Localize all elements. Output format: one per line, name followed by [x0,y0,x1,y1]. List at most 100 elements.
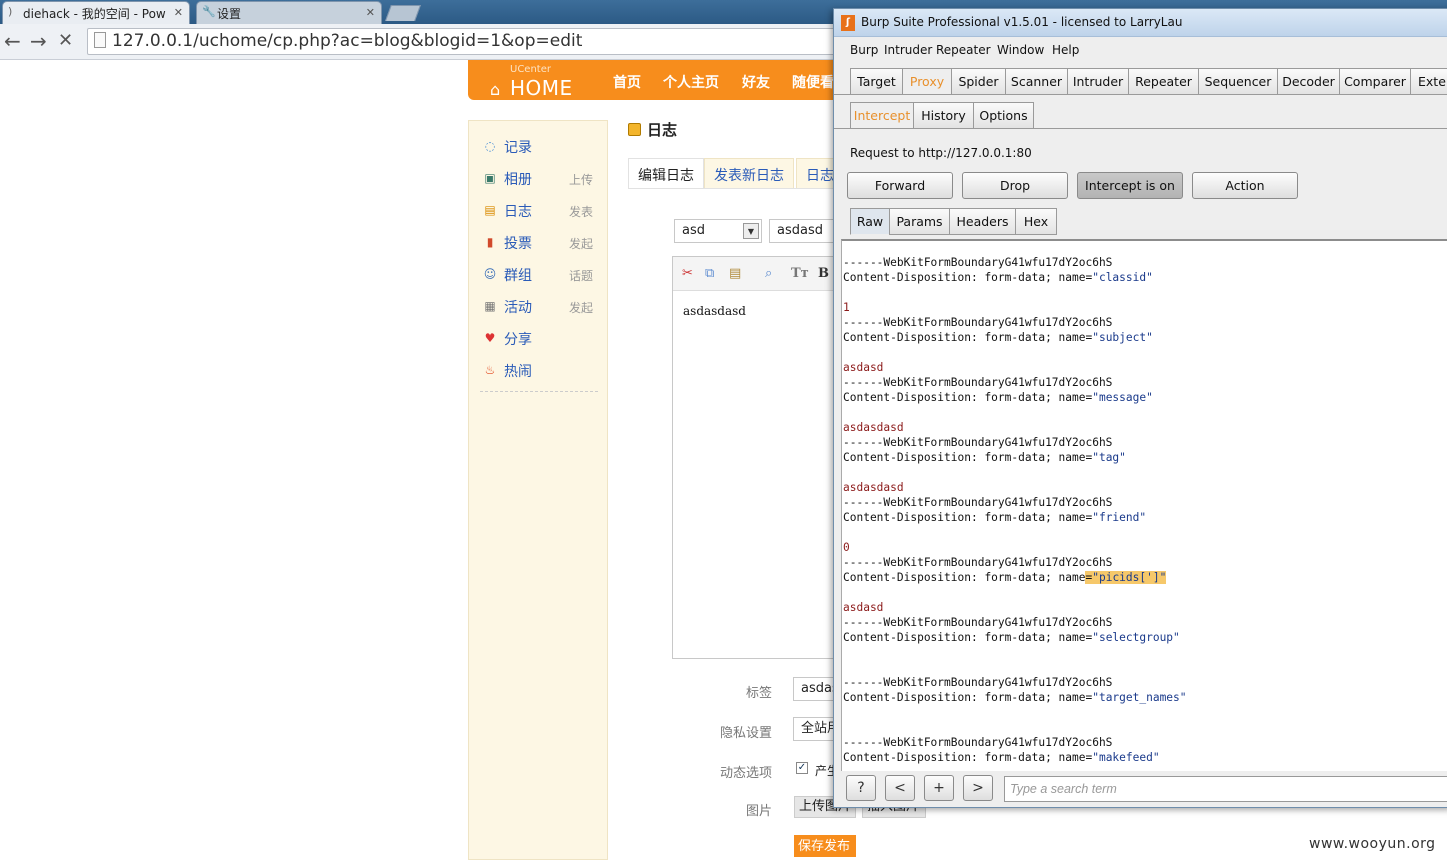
drop-button[interactable]: Drop [962,172,1068,199]
request-line [843,705,1187,720]
copy-icon[interactable]: ⧉ [705,266,714,281]
new-tab-button[interactable] [385,5,421,21]
sidebar-item-action[interactable]: 发起 [569,235,593,252]
url-text: 127.0.0.1/uchome/cp.php?ac=blog&blogid=1… [112,31,583,51]
nav-home[interactable]: 首页 [613,72,641,92]
rich-text-editor[interactable]: ✂ ⧉ ▤ ⌕ Tт B asdasdasd [672,256,848,659]
forward-icon[interactable]: → [30,30,47,52]
tab-intruder[interactable]: Intruder [1067,68,1129,95]
tab-sequencer[interactable]: Sequencer [1198,68,1278,95]
sidebar-item-action[interactable]: 发起 [569,299,593,316]
tab-headers[interactable]: Headers [949,208,1016,235]
tab-params[interactable]: Params [889,208,950,235]
sidebar-item-blog[interactable]: ▤ 日志 发表 [483,201,603,223]
request-editor[interactable]: ------WebKitFormBoundaryG41wfu17dY2oc6hS… [841,239,1447,771]
request-line: ------WebKitFormBoundaryG41wfu17dY2oc6hS [843,376,1113,389]
tab-hex[interactable]: Hex [1015,208,1057,235]
tab-new-blog[interactable]: 发表新日志 [704,158,794,188]
sidebar-item-event[interactable]: ▦ 活动 发起 [483,297,603,319]
request-line [843,465,1187,480]
sidebar-item-hot[interactable]: ♨ 热闹 [483,361,603,383]
menu-burp[interactable]: Burp [850,43,878,57]
menu-help[interactable]: Help [1052,43,1079,57]
request-line: Content-Disposition: form-data; name="me… [843,390,1187,405]
tab-decoder[interactable]: Decoder [1277,68,1340,95]
browser-tab-title: 设置 [217,7,242,21]
privacy-label: 隐私设置 [719,726,772,741]
request-line: ------WebKitFormBoundaryG41wfu17dY2oc6hS [843,316,1113,329]
tab-history[interactable]: History [913,102,974,129]
sidebar-item-poll[interactable]: ▮ 投票 发起 [483,233,603,255]
help-button[interactable]: ? [846,775,876,801]
sidebar-item-action[interactable]: 上传 [569,171,593,188]
uch-header: ⌂ UCenter HOME 首页 个人主页 好友 随便看 [468,60,848,100]
next-match-button[interactable]: > [963,775,993,801]
nav-friends[interactable]: 好友 [742,72,770,92]
field-name: "target_names" [1092,691,1187,704]
intercept-toggle-button[interactable]: Intercept is on [1077,172,1183,199]
dropdown-arrow-icon[interactable]: ▼ [743,223,759,239]
sidebar-item-action[interactable]: 发表 [569,203,593,220]
find-replace-icon[interactable]: ⌕ [765,266,772,281]
menu-repeater[interactable]: Repeater [936,43,991,57]
tab-intercept[interactable]: Intercept [850,102,914,129]
field-name: "classid" [1092,271,1153,284]
bold-icon[interactable]: B [818,266,829,281]
stop-icon[interactable]: ✕ [58,30,73,52]
home-icon: ⌂ [490,80,501,99]
browser-tab-settings[interactable]: 🔧 设置 ✕ [196,1,382,24]
nav-browse[interactable]: 随便看 [792,72,834,92]
browser-tab-diehack[interactable]: ) diehack - 我的空间 - Pow ✕ [2,1,190,24]
font-size-icon[interactable]: Tт [791,266,809,281]
tab-options[interactable]: Options [973,102,1034,129]
content-disposition-prefix: Content-Disposition: form-data; name= [843,631,1093,644]
logo-big-text: HOME [510,76,573,100]
sidebar-item-label: 相册 [504,172,532,188]
page-title: 日志 [628,119,677,140]
sidebar-item-album[interactable]: ▣ 相册 上传 [483,169,603,191]
request-line: 0 [843,541,850,554]
forward-button[interactable]: Forward [847,172,953,199]
burp-titlebar: ʃ Burp Suite Professional v1.5.01 - lice… [834,9,1447,37]
nav-profile[interactable]: 个人主页 [663,72,719,92]
sidebar-item-records[interactable]: ◌ 记录 [483,137,603,159]
editor-toolbar: ✂ ⧉ ▤ ⌕ Tт B [673,257,847,291]
cut-icon[interactable]: ✂ [682,266,693,281]
content-disposition-prefix: Content-Disposition: form-data; name= [843,271,1093,284]
logo-small-text: UCenter [510,64,551,75]
tab-scanner[interactable]: Scanner [1005,68,1068,95]
address-bar[interactable]: 127.0.0.1/uchome/cp.php?ac=blog&blogid=1… [87,28,847,55]
tab-raw[interactable]: Raw [850,208,890,235]
tab-extender[interactable]: Exter [1410,68,1447,95]
menu-window[interactable]: Window [997,43,1044,57]
close-tab-icon[interactable]: ✕ [366,6,375,19]
sidebar-item-group[interactable]: ☺ 群组 话题 [483,265,603,287]
back-icon[interactable]: ← [4,30,21,52]
content-disposition-prefix: Content-Disposition: form-data; name= [843,691,1093,704]
sidebar-item-action[interactable]: 话题 [569,267,593,284]
request-line [843,645,1187,660]
tab-edit-blog[interactable]: 编辑日志 [628,158,704,188]
tab-proxy[interactable]: Proxy [902,68,952,95]
burp-menubar: Burp Intruder Repeater Window Help [834,37,1447,63]
sidebar-item-share[interactable]: ♥ 分享 [483,329,603,351]
search-options-button[interactable]: + [924,775,954,801]
feed-checkbox[interactable]: ✓ [796,762,808,774]
content-disposition-prefix: Content-Disposition: form-data; name [843,571,1086,584]
page-icon [94,32,106,48]
watermark-text: www.wooyun.org [1309,836,1436,852]
tab-repeater[interactable]: Repeater [1128,68,1199,95]
tab-comparer[interactable]: Comparer [1339,68,1411,95]
category-select[interactable]: asd ▼ [674,219,762,243]
previous-match-button[interactable]: < [885,775,915,801]
tab-spider[interactable]: Spider [951,68,1006,95]
menu-intruder[interactable]: Intruder [884,43,932,57]
close-tab-icon[interactable]: ✕ [174,6,183,19]
search-input[interactable] [1004,776,1447,802]
tab-target[interactable]: Target [850,68,903,95]
tab-blog[interactable]: 日志 [796,158,836,188]
action-button[interactable]: Action [1192,172,1298,199]
sidebar-item-label: 活动 [504,300,532,316]
request-line [843,345,1187,360]
paste-icon[interactable]: ▤ [729,266,741,281]
